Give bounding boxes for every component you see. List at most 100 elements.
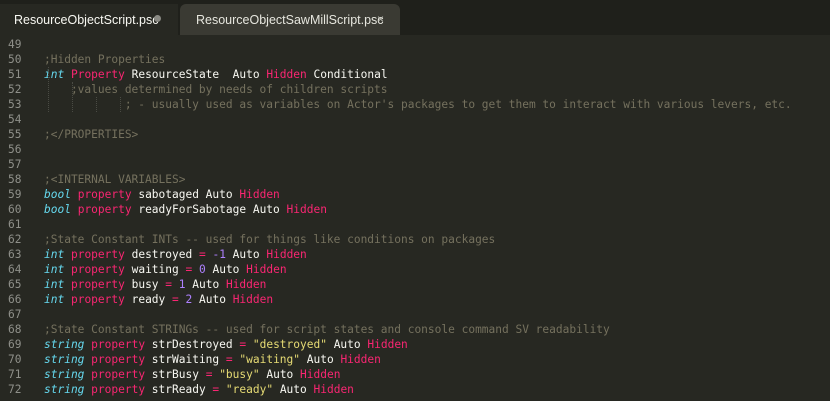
- line-number: 61: [8, 218, 22, 231]
- code-token: =: [172, 293, 179, 306]
- line-number: 66: [8, 293, 22, 306]
- line-number: 65: [8, 278, 22, 291]
- code-token: ready: [124, 293, 173, 306]
- close-icon[interactable]: ×: [377, 12, 384, 26]
- code-text: int property waiting = 0 Auto Hidden: [44, 262, 287, 277]
- line-number: 51: [8, 68, 22, 81]
- code-token: string: [44, 383, 85, 396]
- code-token: string: [44, 368, 85, 381]
- code-token: property: [91, 383, 146, 396]
- code-token: Hidden: [266, 68, 307, 81]
- code-token: int: [44, 278, 65, 291]
- tab-resource-object-sawmill-script[interactable]: ResourceObjectSawMillScript.psc ×: [180, 4, 400, 35]
- code-line[interactable]: 59 bool property sabotaged Auto Hidden: [0, 187, 830, 202]
- code-text: string property strDestroyed = "destroye…: [44, 337, 408, 352]
- code-line[interactable]: 64 int property waiting = 0 Auto Hidden: [0, 262, 830, 277]
- code-token: int: [44, 293, 65, 306]
- code-token: Hidden: [225, 278, 267, 291]
- code-token: -1: [212, 248, 226, 261]
- code-line[interactable]: 63 int property destroyed = -1 Auto Hidde…: [0, 247, 830, 262]
- code-editor[interactable]: 49 50 ;Hidden Properties 51 int Property Res…: [0, 35, 830, 401]
- code-token: Auto: [273, 383, 314, 396]
- code-token: strReady: [145, 383, 213, 396]
- code-text: string property strWaiting = "waiting" A…: [44, 352, 381, 367]
- code-token: Auto: [192, 293, 233, 306]
- tab-bar: ResourceObjectScript.psc ResourceObjectS…: [0, 0, 830, 35]
- code-line[interactable]: 58 ;<INTERNAL VARIABLES>: [0, 172, 830, 187]
- code-line[interactable]: 65 int property busy = 1 Auto Hidden: [0, 277, 830, 292]
- code-line[interactable]: 52 ;values determined by needs of childr…: [0, 82, 830, 97]
- code-line[interactable]: 62 ;State Constant INTs -- used for thing…: [0, 232, 830, 247]
- code-line[interactable]: 56: [0, 142, 830, 157]
- code-token: Hidden: [300, 368, 341, 381]
- code-token: ; - usually used as variables on Actor's…: [44, 98, 792, 111]
- code-token: property: [70, 248, 125, 261]
- code-token: Hidden: [313, 383, 354, 396]
- line-number: 63: [8, 248, 22, 261]
- code-token: Hidden: [266, 248, 307, 261]
- code-line[interactable]: 53 ; - usually used as variables on Acto…: [0, 97, 830, 112]
- code-text: ;State Constant INTs -- used for things …: [44, 232, 495, 247]
- indent-guide: [48, 67, 49, 112]
- tab-resource-object-script[interactable]: ResourceObjectScript.psc: [0, 4, 178, 35]
- line-number: 57: [8, 158, 22, 171]
- code-token: property: [77, 188, 132, 201]
- line-number: 55: [8, 128, 22, 141]
- code-line[interactable]: 66 int property ready = 2 Auto Hidden: [0, 292, 830, 307]
- line-number: 56: [8, 143, 22, 156]
- code-token: readyForSabotage Auto: [131, 203, 287, 216]
- code-line[interactable]: 69 string property strDestroyed = "destro…: [0, 337, 830, 352]
- code-token: 0: [198, 263, 206, 276]
- code-text: int Property ResourceState Auto Hidden C…: [44, 67, 388, 82]
- code-token: strWaiting: [145, 353, 226, 366]
- code-token: Auto: [259, 368, 301, 381]
- line-number: 62: [8, 233, 22, 246]
- code-line[interactable]: 54: [0, 112, 830, 127]
- line-number: 58: [8, 173, 22, 186]
- code-text: ;</PROPERTIES>: [44, 127, 138, 142]
- code-line[interactable]: 67: [0, 307, 830, 322]
- code-token: int: [44, 263, 65, 276]
- unsaved-dot-icon[interactable]: [154, 15, 161, 22]
- code-token: waiting: [124, 263, 186, 276]
- line-number: 71: [8, 368, 22, 381]
- code-line[interactable]: 70 string property strWaiting = "waiting"…: [0, 352, 830, 367]
- code-token: property: [91, 353, 146, 366]
- line-number: 69: [8, 338, 22, 351]
- code-line[interactable]: 72 string property strReady = "ready" Aut…: [0, 382, 830, 397]
- line-number: 72: [8, 383, 22, 396]
- code-line[interactable]: 60 bool property readyForSabotage Auto Hi…: [0, 202, 830, 217]
- code-token: sabotaged Auto: [131, 188, 240, 201]
- code-line[interactable]: 49: [0, 37, 830, 52]
- code-token: "destroyed": [252, 338, 327, 351]
- code-line[interactable]: 61: [0, 217, 830, 232]
- code-token: Property: [70, 68, 125, 81]
- line-number: 50: [8, 53, 22, 66]
- code-token: Auto: [185, 278, 226, 291]
- code-token: Hidden: [246, 263, 287, 276]
- code-text: int property destroyed = -1 Auto Hidden: [44, 247, 307, 262]
- code-token: busy: [124, 278, 166, 291]
- code-text: ;State Constant STRINGs -- used for scri…: [44, 322, 610, 337]
- code-line[interactable]: 71 string property strBusy = "busy" Auto …: [0, 367, 830, 382]
- code-text: int property ready = 2 Auto Hidden: [44, 292, 273, 307]
- code-line[interactable]: 51 int Property ResourceState Auto Hidden…: [0, 67, 830, 82]
- code-token: =: [225, 353, 233, 366]
- code-token: bool: [44, 203, 71, 216]
- code-line[interactable]: 68 ;State Constant STRINGs -- used for sc…: [0, 322, 830, 337]
- code-token: property: [70, 263, 125, 276]
- code-line[interactable]: 50 ;Hidden Properties: [0, 52, 830, 67]
- code-token: ;<INTERNAL VARIABLES>: [44, 173, 186, 186]
- code-token: string: [44, 338, 85, 351]
- code-token: Auto: [326, 338, 368, 351]
- code-line[interactable]: 57: [0, 157, 830, 172]
- code-line[interactable]: 55 ;</PROPERTIES>: [0, 127, 830, 142]
- line-number: 64: [8, 263, 22, 276]
